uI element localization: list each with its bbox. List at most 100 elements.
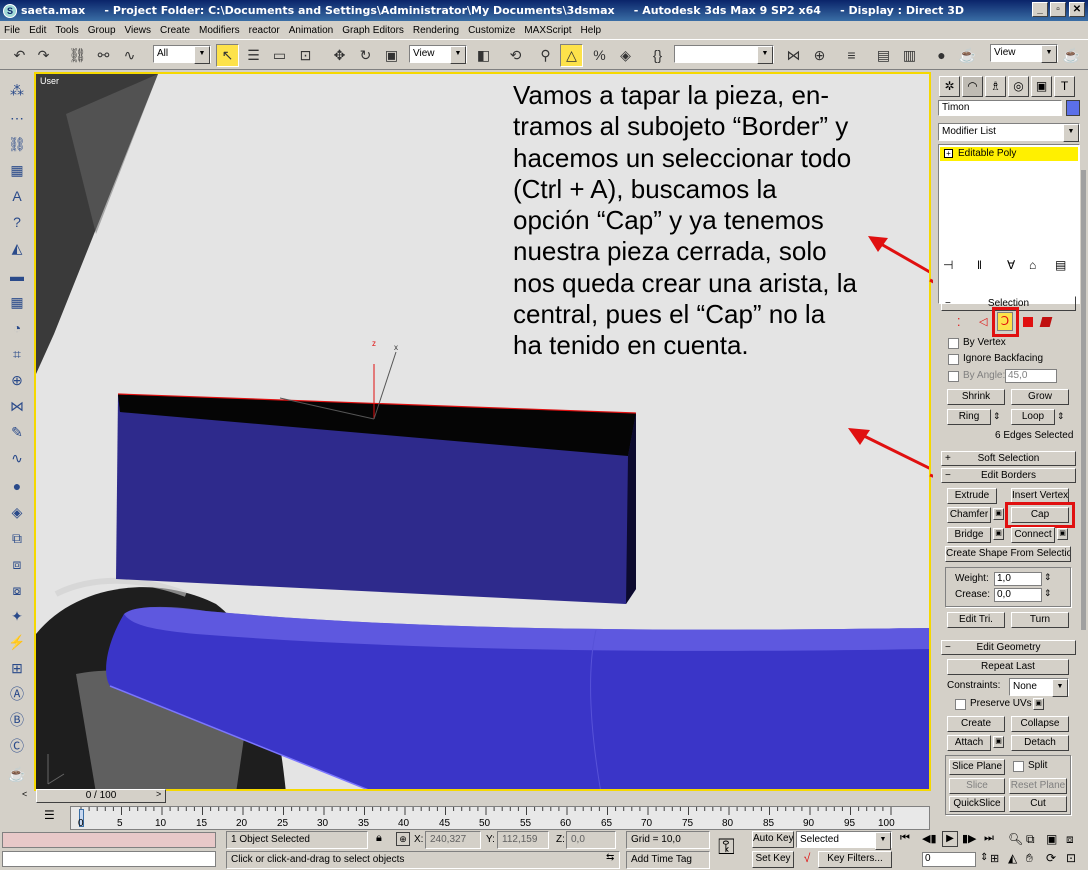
time-config-icon[interactable]: ⊞: [990, 852, 999, 865]
mirror-icon[interactable]: ⋈: [782, 44, 805, 67]
tool-icon-19[interactable]: ⧈: [6, 554, 28, 574]
loop-spinner-icon[interactable]: ⇕: [1057, 411, 1065, 422]
reference-coordinate-dropdown[interactable]: View: [409, 45, 467, 64]
prev-frame-icon[interactable]: ◀▮: [922, 832, 937, 845]
panel-scrollbar[interactable]: [1081, 170, 1086, 630]
restore-button[interactable]: ▫: [1050, 2, 1066, 17]
menu-animation[interactable]: Animation: [289, 25, 333, 36]
y-coordinate-field[interactable]: 112,159: [497, 831, 549, 849]
set-key-mode-key-icon[interactable]: ⚿: [718, 836, 735, 858]
tool-icon-17[interactable]: ◈: [6, 502, 28, 522]
undo-icon[interactable]: ↶: [8, 44, 31, 67]
collapse-button[interactable]: Collapse: [1011, 716, 1069, 732]
split-checkbox[interactable]: Split: [1013, 760, 1047, 772]
menu-help[interactable]: Help: [581, 25, 602, 36]
connect-button[interactable]: Connect: [1011, 527, 1055, 543]
pivot-center-icon[interactable]: ◧: [472, 44, 495, 67]
tool-icon-7[interactable]: ◭: [6, 238, 28, 258]
time-slider-prev-icon[interactable]: <: [22, 789, 27, 799]
spinner-snap-icon[interactable]: ◈: [614, 44, 637, 67]
modify-tab-icon[interactable]: ◠: [962, 76, 983, 97]
minimize-button[interactable]: _: [1032, 2, 1048, 17]
scale-icon[interactable]: ▣: [380, 44, 403, 67]
menu-file[interactable]: File: [4, 25, 20, 36]
polygon-subobject-icon[interactable]: [1023, 317, 1033, 327]
modifier-list-dropdown[interactable]: Modifier List: [938, 123, 1080, 142]
layer-manager-icon[interactable]: ≡: [840, 44, 863, 67]
snap-toggle-icon[interactable]: ⚲: [534, 44, 557, 67]
ring-button[interactable]: Ring: [947, 409, 991, 425]
preserve-uvs-checkbox[interactable]: Preserve UVs: [955, 698, 1032, 710]
close-button[interactable]: ✕: [1069, 2, 1085, 17]
tool-icon-23[interactable]: ⊞: [6, 658, 28, 678]
menu-maxscript[interactable]: MAXScript: [524, 25, 571, 36]
next-frame-icon[interactable]: ▮▶: [962, 832, 977, 845]
crosshair-icon[interactable]: ⊕: [6, 370, 28, 390]
preserve-uvs-settings-icon[interactable]: ▣: [1033, 698, 1044, 710]
menu-reactor[interactable]: reactor: [249, 25, 280, 36]
extrude-button[interactable]: Extrude: [947, 488, 997, 504]
menu-modifiers[interactable]: Modifiers: [199, 25, 240, 36]
goto-end-icon[interactable]: ⏭: [984, 832, 994, 845]
time-slider[interactable]: 0 / 100: [36, 789, 166, 803]
chamfer-settings-icon[interactable]: ▣: [993, 508, 1004, 520]
by-vertex-checkbox[interactable]: By Vertex: [948, 337, 1006, 349]
tool-icon-10[interactable]: ◔: [6, 318, 28, 338]
maximize-viewport-icon[interactable]: ⊡: [1066, 851, 1076, 865]
ring-spinner-icon[interactable]: ⇕: [993, 411, 1001, 422]
quickslice-button[interactable]: QuickSlice: [949, 796, 1005, 812]
shrink-button[interactable]: Shrink: [947, 389, 1005, 405]
curve-editor-icon[interactable]: ▤: [872, 44, 895, 67]
turn-button[interactable]: Turn: [1011, 612, 1069, 628]
by-angle-checkbox[interactable]: By Angle:: [948, 370, 1005, 382]
add-time-tag-field[interactable]: Add Time Tag: [626, 851, 710, 869]
hierarchy-tab-icon[interactable]: ♗: [985, 76, 1006, 97]
prompt-lock-icon[interactable]: ⇆: [606, 852, 614, 863]
percent-snap-icon[interactable]: %: [588, 44, 611, 67]
menu-customize[interactable]: Customize: [468, 25, 515, 36]
edit-tri-button[interactable]: Edit Tri.: [947, 612, 1005, 628]
auto-key-button[interactable]: Auto Key: [752, 831, 794, 848]
angle-snap-icon[interactable]: △: [560, 44, 583, 67]
edit-borders-rollout-header[interactable]: − Edit Borders: [941, 468, 1076, 483]
crease-spin-arrows-icon[interactable]: ⇕: [1044, 588, 1052, 599]
show-end-result-icon[interactable]: ‖: [977, 258, 982, 272]
element-subobject-icon[interactable]: [1039, 317, 1053, 327]
bridge-settings-icon[interactable]: ▣: [993, 528, 1004, 540]
constraints-dropdown[interactable]: None: [1009, 678, 1069, 697]
menu-create[interactable]: Create: [160, 25, 190, 36]
text-tool-icon[interactable]: A: [6, 186, 28, 206]
rectangular-selection-icon[interactable]: ▭: [268, 44, 291, 67]
tool-icon-20[interactable]: ⧇: [6, 580, 28, 600]
attach-settings-icon[interactable]: ▣: [993, 736, 1004, 748]
object-name-field[interactable]: Timon: [938, 100, 1062, 116]
paint-icon[interactable]: ✎: [6, 422, 28, 442]
time-slider-next-icon[interactable]: >: [156, 789, 161, 799]
move-icon[interactable]: ✥: [328, 44, 351, 67]
slice-plane-button[interactable]: Slice Plane: [949, 759, 1005, 775]
slice-button[interactable]: Slice: [949, 778, 1005, 794]
material-editor-icon[interactable]: ●: [930, 44, 953, 67]
wand-icon[interactable]: ⚡: [6, 632, 28, 652]
pin-stack-icon[interactable]: ⊣: [943, 258, 953, 272]
tool-icon-15[interactable]: ∿: [6, 448, 28, 468]
play-icon[interactable]: ▶: [942, 831, 958, 847]
select-by-name-icon[interactable]: ☰: [242, 44, 265, 67]
window-crossing-icon[interactable]: ⊡: [294, 44, 317, 67]
weight-spinner[interactable]: 1,0: [994, 572, 1042, 586]
tool-icon-8[interactable]: ▬: [6, 266, 28, 286]
loop-button[interactable]: Loop: [1011, 409, 1055, 425]
edit-geometry-rollout-header[interactable]: − Edit Geometry: [941, 640, 1076, 655]
tool-icon-3[interactable]: ⛓: [6, 134, 28, 154]
motion-tab-icon[interactable]: ◎: [1008, 76, 1029, 97]
crease-spinner[interactable]: 0,0: [994, 588, 1042, 602]
edit-named-selection-icon[interactable]: {}: [646, 44, 669, 67]
stack-item-editable-poly[interactable]: + Editable Poly: [940, 147, 1078, 161]
teapot-icon[interactable]: ☕: [6, 764, 28, 784]
select-link-icon[interactable]: ⛓: [66, 44, 89, 67]
mirror-tool-icon[interactable]: ⋈: [6, 396, 28, 416]
configure-sets-icon[interactable]: ▤: [1055, 258, 1066, 272]
field-of-view-icon[interactable]: ◭: [1008, 851, 1017, 865]
edge-subobject-icon[interactable]: ◁: [979, 315, 987, 328]
menu-rendering[interactable]: Rendering: [413, 25, 459, 36]
